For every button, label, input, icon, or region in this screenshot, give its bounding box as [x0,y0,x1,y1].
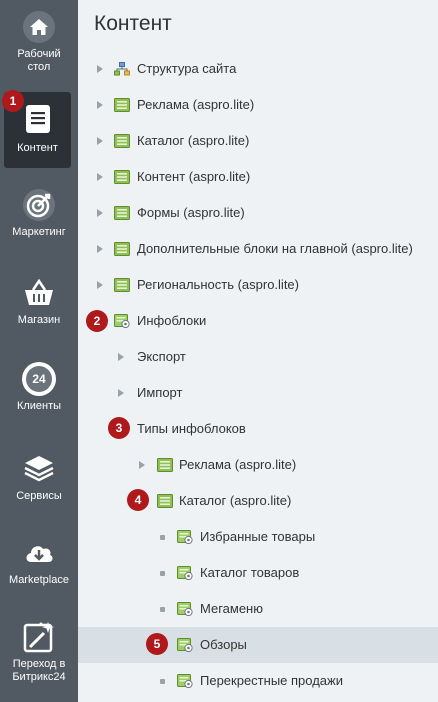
tree-item-label: Типы инфоблоков [137,421,246,436]
tree-item[interactable]: Инфоблоки [78,303,438,339]
bullet-icon [160,571,165,576]
sidebar-item-label: Контент [17,142,58,154]
infoblock-icon [114,314,130,329]
tree-item-label: Каталог (aspro.lite) [179,493,292,508]
basket-icon [25,278,53,305]
tree-item-label: Каталог (aspro.lite) [137,133,250,148]
tree-item[interactable]: Контент (aspro.lite) [78,159,438,195]
tree-item[interactable]: Реклама (aspro.lite) [78,87,438,123]
sidebar-item-label: Рабочий [17,48,61,60]
folder-icon [114,278,130,292]
bullet-icon [160,679,165,684]
sidebar-item-label: Битрикс24 [12,671,66,683]
tree-item[interactable]: Импорт [78,375,438,411]
page-title: Контент [94,12,172,35]
tree-item[interactable]: Экспорт [78,339,438,375]
tree-item[interactable]: Обзоры [78,627,438,663]
tree-item[interactable]: Формы (aspro.lite) [78,195,438,231]
infoblock-icon [177,674,193,689]
sidebar-item-bitrix24[interactable]: Переход в Битрикс24 [0,620,78,684]
layers-icon [24,456,54,482]
tree-item[interactable]: Типы инфоблоков [78,411,438,447]
tree-item[interactable]: Реклама (aspro.lite) [78,447,438,483]
bullet-icon [160,535,165,540]
sidebar-item-shop[interactable]: Магазин [0,276,78,327]
sidebar-item-desktop[interactable]: Рабочий стол [0,10,78,74]
sidebar-item-label: Переход в [12,658,66,670]
tree-item[interactable]: Каталог товаров [78,555,438,591]
expand-arrow-icon[interactable] [97,173,103,181]
folder-icon [114,170,130,184]
infoblock-icon [177,566,193,581]
tree-item[interactable]: Структура сайта [78,51,438,87]
tree-item-label: Каталог товаров [200,565,300,580]
folder-icon [157,494,173,508]
tree-item-label: Инфоблоки [137,313,207,328]
tree-item-label: Импорт [137,385,183,400]
site-structure-icon [114,62,130,76]
tree-item-label: Обзоры [200,637,247,652]
target-icon [23,189,55,221]
infoblock-icon [177,638,193,653]
folder-icon [114,98,130,112]
infoblock-icon [177,602,193,617]
expand-arrow-icon[interactable] [97,65,103,73]
tree-item-label: Избранные товары [200,529,316,544]
tree-item[interactable]: Избранные товары [78,519,438,555]
clients-24-icon: 24 [22,362,56,396]
infoblock-icon [177,530,193,545]
sidebar-item-label: Сервисы [16,490,62,502]
expand-arrow-icon[interactable] [97,101,103,109]
step-badge: 2 [86,310,108,332]
tree-item-label: Экспорт [137,349,186,364]
step-badge: 3 [108,417,130,439]
home-icon [23,11,55,43]
tree-item-label: Реклама (aspro.lite) [179,457,297,472]
folder-icon [114,134,130,148]
tree-item[interactable]: Региональность (aspro.lite) [78,267,438,303]
step-badge: 1 [2,90,24,112]
tree-item-label: Мегаменю [200,601,263,616]
folder-icon [114,206,130,220]
tree-item-label: Реклама (aspro.lite) [137,97,255,112]
expand-arrow-icon[interactable] [118,389,124,397]
tree-item[interactable]: Мегаменю [78,591,438,627]
tree-item-label: Дополнительные блоки на главной (aspro.l… [137,241,413,256]
sidebar-item-label: Маркетинг [12,226,66,238]
sidebar-item-clients[interactable]: 24 Клиенты [0,362,78,413]
tree-item-label: Региональность (aspro.lite) [137,277,299,292]
clients-icon-text: 24 [26,366,52,392]
expand-arrow-icon[interactable] [139,461,145,469]
sidebar-item-label: Магазин [17,314,61,326]
expand-arrow-icon[interactable] [97,281,103,289]
step-badge: 4 [127,489,149,511]
expand-arrow-icon[interactable] [97,245,103,253]
tree-item-label: Формы (aspro.lite) [137,205,245,220]
tree-item[interactable]: Каталог (aspro.lite) [78,123,438,159]
folder-icon [114,242,130,256]
magic-wand-icon [23,622,54,653]
folder-icon [157,458,173,472]
tree-item-label: Структура сайта [137,61,237,76]
sidebar-item-services[interactable]: Сервисы [0,452,78,503]
cloud-download-icon [26,546,53,562]
sidebar-item-label: Клиенты [16,400,62,412]
expand-arrow-icon[interactable] [97,209,103,217]
expand-arrow-icon[interactable] [97,137,103,145]
document-icon [25,105,50,133]
tree-item[interactable]: Перекрестные продажи [78,663,438,699]
bullet-icon [160,607,165,612]
sidebar-item-marketing[interactable]: Маркетинг [0,188,78,239]
tree-item-label: Контент (aspro.lite) [137,169,251,184]
tree-item[interactable]: Дополнительные блоки на главной (aspro.l… [78,231,438,267]
step-badge: 5 [146,633,168,655]
sidebar-item-marketplace[interactable]: Marketplace [0,536,78,587]
sidebar-item-label: стол [27,61,51,73]
tree-item-label: Перекрестные продажи [200,673,343,688]
content-panel: Контент Структура сайта Реклама (aspro.li… [78,0,438,702]
sidebar-item-label: Marketplace [9,574,69,586]
expand-arrow-icon[interactable] [118,353,124,361]
